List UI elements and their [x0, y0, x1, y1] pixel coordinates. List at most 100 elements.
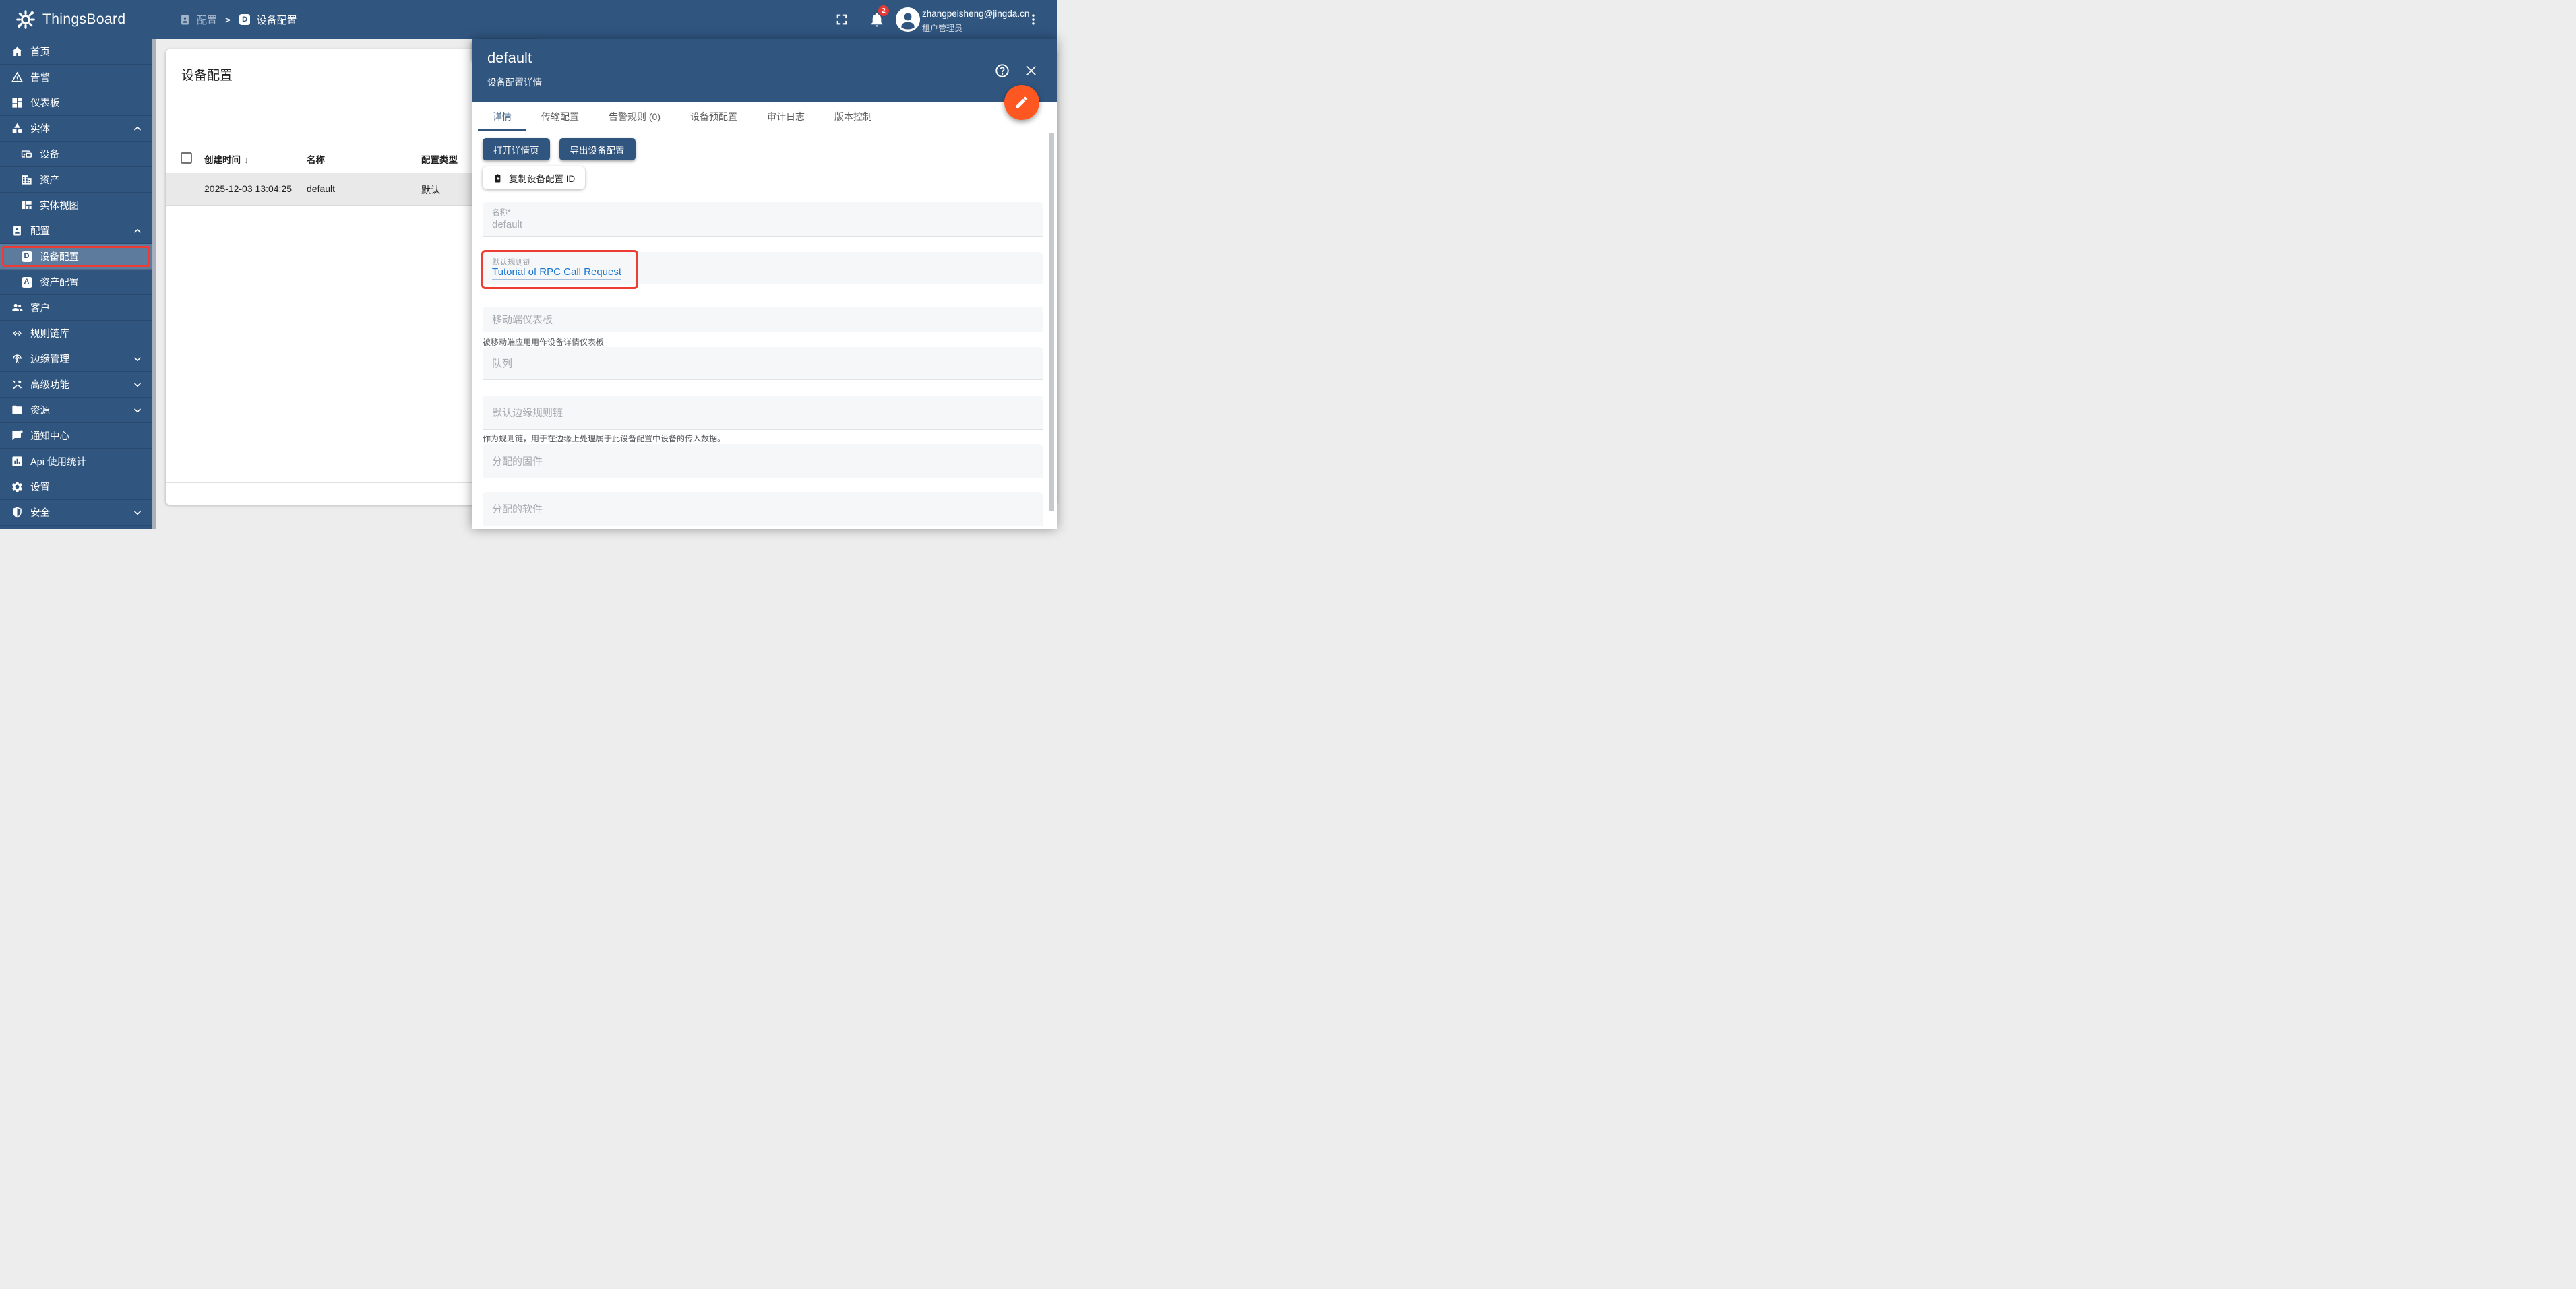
panel-scrollbar-thumb[interactable] [1049, 133, 1054, 511]
user-email[interactable]: zhangpeisheng@jingda.cn [922, 9, 1029, 19]
breadcrumb-label: 设备配置 [256, 14, 297, 26]
sidebar-item-label: 通知中心 [30, 431, 69, 442]
sidebar-item-entity-views[interactable]: 实体视图 [0, 193, 152, 218]
devices-icon [20, 148, 33, 160]
breadcrumb-item[interactable]: 配置 [179, 13, 217, 27]
sidebar-scrollbar[interactable] [152, 39, 156, 529]
avatar[interactable] [896, 7, 920, 32]
sidebar-item-advanced-features[interactable]: 高级功能 [0, 372, 152, 398]
column-header-name[interactable]: 名称 [307, 152, 325, 166]
sidebar-item-alarms[interactable]: 告警 [0, 65, 152, 90]
assets-icon [20, 173, 33, 186]
tab-audit-logs[interactable]: 审计日志 [752, 102, 820, 131]
mobile-dashboard-placeholder: 移动端仪表板 [492, 314, 553, 325]
tab-details[interactable]: 详情 [478, 102, 526, 131]
sidebar-item-profiles[interactable]: 配置 [0, 218, 152, 244]
sidebar-item-device-profiles[interactable]: D 设备配置 [0, 244, 152, 270]
chevron-down-icon[interactable] [132, 379, 143, 390]
edit-fab-button[interactable] [1004, 85, 1039, 120]
notification-count-badge[interactable]: 2 [878, 5, 889, 16]
sidebar-item-resources[interactable]: 资源 [0, 398, 152, 423]
sidebar-item-label: 资源 [30, 406, 50, 416]
tab-alarm-rules[interactable]: 告警规则 (0) [594, 102, 675, 131]
sidebar-item-security[interactable]: 安全 [0, 500, 152, 526]
sidebar-item-rule-chains[interactable]: 规则链库 [0, 321, 152, 346]
edge-icon [11, 352, 24, 365]
api-icon [11, 455, 24, 468]
chevron-down-icon[interactable] [132, 354, 143, 365]
badge-icon [11, 224, 24, 237]
help-icon[interactable] [994, 63, 1010, 79]
cell-type: 默认 [421, 185, 440, 195]
queue-placeholder: 队列 [492, 358, 513, 370]
fullscreen-icon[interactable] [834, 12, 849, 27]
sidebar-item-label: 客户 [30, 303, 50, 314]
tab-device-provisioning[interactable]: 设备预配置 [675, 102, 752, 131]
sidebar-item-edge-management[interactable]: 边缘管理 [0, 346, 152, 372]
sidebar-item-label: 实体 [30, 124, 50, 135]
close-icon[interactable] [1024, 64, 1038, 77]
detail-panel-header: default 设备配置详情 [472, 39, 1057, 102]
default-edge-rule-chain-field[interactable]: 默认边缘规则链 [483, 396, 1043, 430]
sidebar-item-label: 仪表板 [30, 98, 60, 109]
advanced-icon [11, 378, 24, 391]
sidebar-item-api-usage[interactable]: Api 使用统计 [0, 449, 152, 474]
sidebar-item-label: Api 使用统计 [30, 457, 86, 468]
detail-tabs: 详情 传输配置 告警规则 (0) 设备预配置 审计日志 版本控制 [472, 102, 1057, 131]
sidebar-item-home[interactable]: 首页 [0, 39, 152, 65]
sidebar-item-settings[interactable]: 设置 [0, 474, 152, 500]
queue-field[interactable]: 队列 [483, 347, 1043, 380]
name-field[interactable]: 名称* default [483, 202, 1043, 237]
clipboard-icon [495, 173, 501, 182]
chevron-down-icon[interactable] [132, 507, 143, 518]
chevron-down-icon[interactable] [132, 405, 143, 416]
sidebar-item-label: 规则链库 [30, 329, 69, 340]
sidebar-item-notification-center[interactable]: 通知中心 [0, 423, 152, 449]
device-profile-icon: D [20, 250, 33, 263]
sidebar-item-asset-profiles[interactable]: A 资产配置 [0, 270, 152, 295]
assigned-firmware-field[interactable]: 分配的固件 [483, 444, 1043, 478]
detail-panel: default 设备配置详情 详情 传输配置 告警规则 (0) 设备预配置 审计日志 版本… [472, 39, 1057, 529]
name-field-value: default [492, 219, 523, 230]
sidebar-item-customers[interactable]: 客户 [0, 295, 152, 321]
home-icon [11, 45, 24, 58]
breadcrumb-separator: > [225, 14, 231, 25]
sidebar-item-entities[interactable]: 实体 [0, 116, 152, 142]
sidebar-item-label: 资产配置 [40, 278, 79, 288]
sidebar-item-label: 实体视图 [40, 201, 79, 212]
alarm-icon [11, 71, 24, 84]
sidebar-item-label: 设置 [30, 482, 50, 493]
export-profile-button[interactable]: 导出设备配置 [559, 138, 636, 160]
default-rule-chain-field[interactable]: 默认规则链 Tutorial of RPC Call Request [483, 252, 1043, 284]
default-rule-chain-link[interactable]: Tutorial of RPC Call Request [492, 266, 622, 280]
kebab-menu-icon[interactable] [1026, 13, 1040, 26]
chevron-up-icon[interactable] [132, 123, 143, 134]
sidebar-item-label: 告警 [30, 73, 50, 84]
sidebar-item-dashboards[interactable]: 仪表板 [0, 90, 152, 116]
asset-profile-icon: A [20, 276, 33, 288]
sidebar-item-devices[interactable]: 设备 [0, 142, 152, 167]
open-details-page-button[interactable]: 打开详情页 [483, 138, 550, 160]
breadcrumb-label: 配置 [197, 14, 218, 26]
tab-transport[interactable]: 传输配置 [526, 102, 594, 131]
tab-version-control[interactable]: 版本控制 [820, 102, 887, 131]
assigned-firmware-placeholder: 分配的固件 [492, 455, 543, 468]
page-title: 设备配置 [181, 69, 233, 83]
logo[interactable]: ThingsBoard [15, 0, 125, 39]
column-header-created-time[interactable]: 创建时间 ↓ [204, 152, 249, 166]
sidebar-item-label: 高级功能 [30, 380, 69, 391]
sidebar-item-label: 资产 [40, 175, 59, 186]
chevron-up-icon[interactable] [132, 226, 143, 237]
sort-desc-icon[interactable]: ↓ [244, 154, 249, 165]
sidebar-item-assets[interactable]: 资产 [0, 167, 152, 193]
breadcrumb-item[interactable]: D 设备配置 [239, 13, 297, 27]
mobile-dashboard-field[interactable]: 移动端仪表板 [483, 307, 1043, 332]
detail-subtitle: 设备配置详情 [487, 77, 542, 88]
entities-icon [11, 122, 24, 135]
assigned-software-field[interactable]: 分配的软件 [483, 492, 1043, 526]
thingsboard-logo-icon [16, 10, 35, 29]
copy-profile-id-button[interactable]: 复制设备配置 ID [483, 166, 586, 189]
select-all-checkbox[interactable] [181, 152, 192, 164]
sidebar-item-label: 设备配置 [40, 252, 79, 263]
column-header-type[interactable]: 配置类型 [421, 152, 458, 166]
